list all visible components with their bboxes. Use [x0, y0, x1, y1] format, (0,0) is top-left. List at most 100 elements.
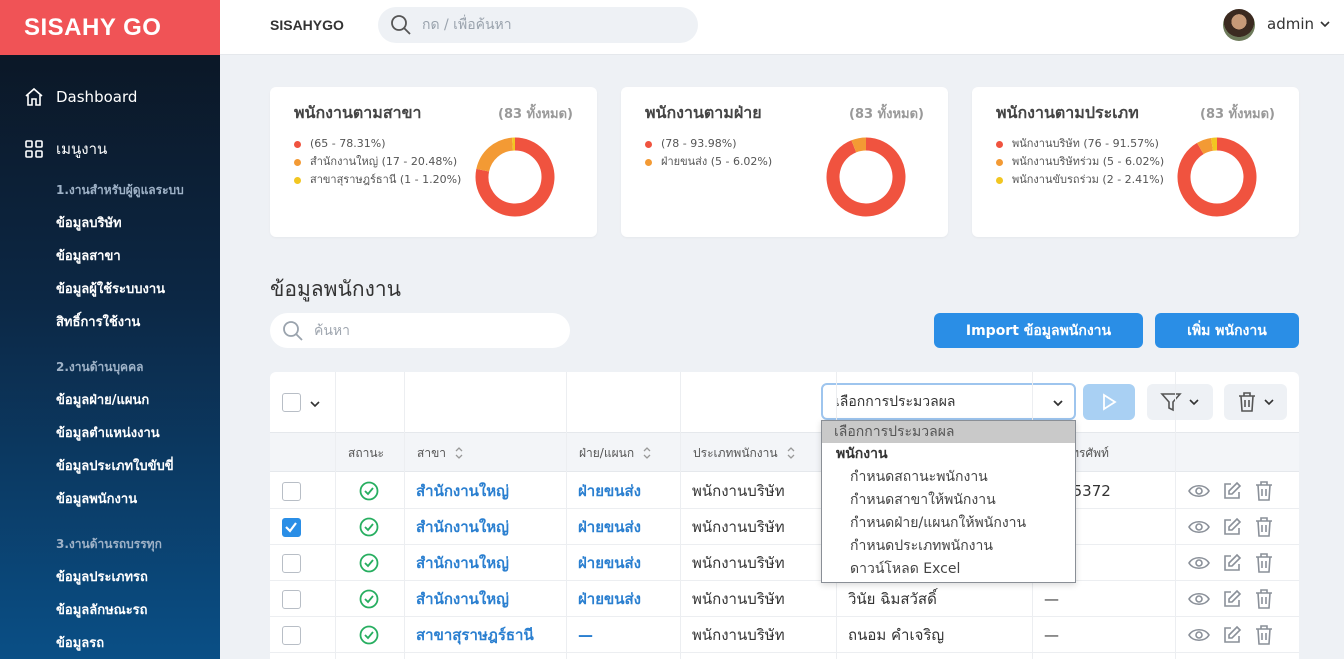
legend-item: พนักงานขับรถร่วม (2 - 2.41%): [996, 171, 1164, 189]
table-row[interactable]: สาขาสุราษฎร์ธานี — พนักงานบริษัท ถนอม คำเจร…: [270, 617, 1299, 653]
sidebar-item-vehicles[interactable]: ข้อมูลรถ: [56, 632, 104, 653]
branch-link[interactable]: สาขาสุราษฎร์ธานี: [416, 617, 534, 653]
col-branch[interactable]: สาขา: [404, 433, 566, 473]
status-active-icon: [359, 553, 379, 573]
row-checkbox[interactable]: [282, 481, 301, 501]
dropdown-option-set-branch[interactable]: กำหนดสาขาให้พนักงาน: [822, 488, 1075, 511]
row-checkbox[interactable]: [282, 553, 301, 573]
status-active-icon: [359, 589, 379, 609]
sidebar-item-positions[interactable]: ข้อมูลตำแหน่งงาน: [56, 422, 160, 443]
column-divider: [680, 372, 681, 659]
nav-menu[interactable]: เมนูงาน: [0, 134, 107, 164]
sidebar-item-license-types[interactable]: ข้อมูลประเภทใบขับขี่: [56, 455, 174, 476]
branch-link[interactable]: สำนักงานใหญ่: [416, 509, 509, 545]
home-icon: [25, 87, 43, 106]
search-icon: [283, 320, 303, 341]
add-employee-button[interactable]: เพิ่ม พนักงาน: [1155, 313, 1299, 348]
edit-button[interactable]: [1222, 581, 1242, 617]
dropdown-option-set-department[interactable]: กำหนดฝ่าย/แผนกให้พนักงาน: [822, 511, 1075, 534]
dropdown-option-download-excel[interactable]: ดาวน์โหลด Excel: [822, 557, 1075, 580]
col-employee-type[interactable]: ประเภทพนักงาน: [680, 433, 836, 473]
bulk-delete-button[interactable]: [1224, 384, 1287, 420]
delete-button[interactable]: [1255, 581, 1273, 617]
filter-button[interactable]: [1147, 384, 1213, 420]
import-button[interactable]: Import ข้อมูลพนักงาน: [934, 313, 1143, 348]
edit-button[interactable]: [1222, 617, 1242, 653]
section-hr: 2.งานด้านบุคคล: [56, 360, 144, 374]
card-legend: (65 - 78.31%) สำนักงานใหญ่ (17 - 20.48%)…: [294, 135, 461, 189]
branch-link[interactable]: สำนักงานใหญ่: [416, 545, 509, 581]
col-actions: [1175, 433, 1299, 473]
global-search[interactable]: กด / เพื่อค้นหา: [378, 7, 698, 43]
legend-item: ฝ่ายขนส่ง (5 - 6.02%): [645, 153, 772, 171]
branch-link[interactable]: สำนักงานใหญ่: [416, 581, 509, 617]
department-link[interactable]: —: [578, 617, 593, 653]
row-checkbox[interactable]: [282, 625, 301, 645]
sidebar-item-departments[interactable]: ข้อมูลฝ่าย/แผนก: [56, 389, 149, 410]
sidebar-item-branch[interactable]: ข้อมูลสาขา: [56, 245, 121, 266]
sidebar-item-vehicle-styles[interactable]: ข้อมูลลักษณะรถ: [56, 599, 148, 620]
row-checkbox[interactable]: [282, 517, 301, 537]
delete-button[interactable]: [1255, 617, 1273, 653]
list-search-input[interactable]: ค้นหา: [270, 313, 570, 348]
view-button[interactable]: [1188, 617, 1210, 653]
column-divider: [404, 372, 405, 659]
department-link[interactable]: ฝ่ายขนส่ง: [578, 581, 641, 617]
dropdown-option-set-type[interactable]: กำหนดประเภทพนักงาน: [822, 534, 1075, 557]
edit-button[interactable]: [1222, 509, 1242, 545]
select-all-checkbox[interactable]: [282, 393, 301, 412]
row-checkbox[interactable]: [282, 589, 301, 609]
col-department[interactable]: ฝ่าย/แผนก: [566, 433, 680, 473]
dropdown-option-selected[interactable]: เลือกการประมวลผล: [822, 421, 1075, 443]
delete-button[interactable]: [1255, 473, 1273, 509]
view-button[interactable]: [1188, 473, 1210, 509]
eye-icon: [1188, 484, 1210, 498]
card-title: พนักงานตามประเภท: [996, 103, 1139, 122]
delete-button[interactable]: [1255, 509, 1273, 545]
view-button[interactable]: [1188, 509, 1210, 545]
delete-button[interactable]: [1255, 545, 1273, 581]
sidebar-item-vehicle-types[interactable]: ข้อมูลประเภทรถ: [56, 566, 148, 587]
donut-slice: [1197, 137, 1214, 155]
chevron-down-icon: [1189, 399, 1199, 406]
edit-button[interactable]: [1222, 545, 1242, 581]
edit-button[interactable]: [1222, 473, 1242, 509]
legend-item: สำนักงานใหญ่ (17 - 20.48%): [294, 153, 461, 171]
sidebar-item-users[interactable]: ข้อมูลผู้ใช้ระบบงาน: [56, 278, 165, 299]
avatar[interactable]: [1223, 9, 1255, 41]
sidebar-item-company[interactable]: ข้อมูลบริษัท: [56, 212, 122, 233]
app-name: SISAHYGO: [270, 17, 344, 33]
chevron-down-icon[interactable]: [1319, 18, 1331, 30]
nav-menu-label: เมนูงาน: [56, 140, 108, 158]
sidebar-item-employees[interactable]: ข้อมูลพนักงาน: [56, 488, 137, 509]
trash-icon: [1256, 481, 1272, 501]
department-link[interactable]: ฝ่ายขนส่ง: [578, 545, 641, 581]
trash-icon: [1256, 553, 1272, 573]
brand-logo[interactable]: SISAHY GO: [0, 0, 220, 55]
dropdown-option-set-status[interactable]: กำหนดสถานะพนักงาน: [822, 465, 1075, 488]
chevron-down-icon[interactable]: [309, 398, 321, 410]
view-button[interactable]: [1188, 545, 1210, 581]
filter-icon: [1160, 393, 1182, 412]
department-link[interactable]: ฝ่ายขนส่ง: [578, 509, 641, 545]
run-process-button[interactable]: [1083, 384, 1135, 420]
donut-chart-type: [1177, 137, 1257, 217]
trash-icon: [1256, 625, 1272, 645]
nav-dashboard[interactable]: Dashboard: [0, 82, 137, 112]
user-name[interactable]: admin: [1267, 15, 1314, 33]
eye-icon: [1188, 628, 1210, 642]
table-row[interactable]: สำนักงานใหญ่ ฝ่ายขนส่ง พนักงานบริษัท วินัย …: [270, 581, 1299, 617]
table-row[interactable]: สำนักงานใหญ่ ฝ่ายขนส่ง พนักงานบริษัท: [270, 545, 1299, 581]
table-row[interactable]: สำนักงานใหญ่ ฝ่ายขนส่ง พนักงานบริษัท: [270, 509, 1299, 545]
employee-name: วินัย ฉิมสวัสดิ์: [848, 590, 937, 608]
col-status[interactable]: สถานะ: [335, 433, 404, 473]
employee-type: พนักงานบริษัท: [692, 626, 785, 644]
sidebar: SISAHY GO Dashboard เมนูงาน 1.งานสำหรับผ…: [0, 0, 220, 659]
table-row[interactable]: สำนักงานใหญ่ ฝ่ายขนส่ง พนักงานบริษัท 677537…: [270, 473, 1299, 509]
view-button[interactable]: [1188, 581, 1210, 617]
sidebar-item-permissions[interactable]: สิทธิ์การใช้งาน: [56, 311, 140, 332]
branch-link[interactable]: สำนักงานใหญ่: [416, 473, 509, 509]
process-select[interactable]: เลือกการประมวลผล: [821, 383, 1076, 420]
card-total: (83 ทั้งหมด): [498, 107, 573, 122]
department-link[interactable]: ฝ่ายขนส่ง: [578, 473, 641, 509]
